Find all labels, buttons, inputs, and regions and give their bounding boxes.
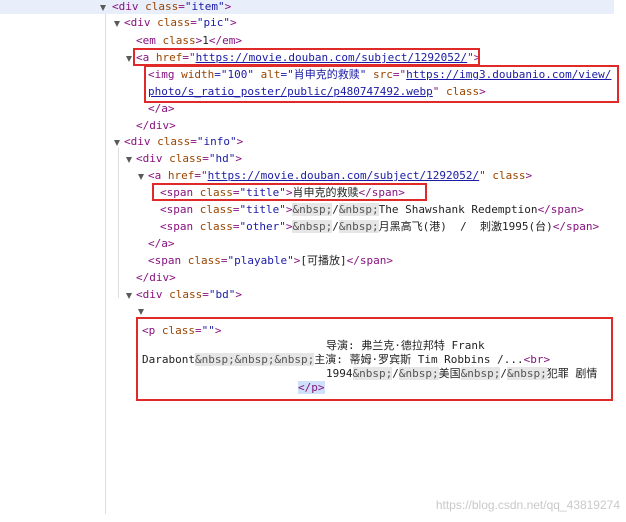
node-div-info[interactable]: <div class="info"> bbox=[124, 133, 243, 150]
expand-triangle-icon[interactable] bbox=[114, 21, 120, 27]
expand-triangle-icon[interactable] bbox=[126, 157, 132, 163]
node-img[interactable]: <img width="100" alt="肖申克的救赎" src="https… bbox=[148, 66, 611, 83]
node-div-item[interactable]: <div class="item"> bbox=[112, 0, 231, 15]
indent-guide bbox=[118, 148, 119, 298]
node-a-end: </a> bbox=[148, 102, 175, 115]
expand-triangle-icon[interactable] bbox=[100, 5, 106, 11]
node-span-playable[interactable]: <span class="playable">[可播放]</span> bbox=[148, 252, 393, 269]
node-div-end: </div> bbox=[136, 119, 176, 132]
node-span-title[interactable]: <span class="title">肖申克的救赎</span> bbox=[160, 184, 405, 201]
node-div-bd[interactable]: <div class="bd"> bbox=[136, 286, 242, 303]
node-span-other[interactable]: <span class="other">&nbsp;/&nbsp;月黑高飞(港)… bbox=[160, 218, 599, 235]
expand-triangle-icon[interactable] bbox=[138, 309, 144, 315]
watermark: https://blog.csdn.net/qq_43819274 bbox=[435, 498, 620, 512]
node-img-cont[interactable]: photo/s_ratio_poster/public/p480747492.w… bbox=[148, 83, 486, 100]
node-a-hd-link[interactable]: <a href="https://movie.douban.com/subjec… bbox=[148, 167, 532, 184]
node-a-pic-link[interactable]: <a href="https://movie.douban.com/subjec… bbox=[136, 49, 480, 66]
node-p-end: </p> bbox=[298, 381, 325, 394]
node-span-title-en[interactable]: <span class="title">&nbsp;/&nbsp;The Sha… bbox=[160, 201, 584, 218]
node-p[interactable]: <p class=""> bbox=[142, 322, 222, 339]
indent-guide bbox=[105, 14, 106, 514]
expand-triangle-icon[interactable] bbox=[114, 140, 120, 146]
expand-triangle-icon[interactable] bbox=[126, 56, 132, 62]
img-src-url-cont[interactable]: photo/s_ratio_poster/public/p480747492.w… bbox=[148, 85, 433, 98]
hd-link-url[interactable]: https://movie.douban.com/subject/1292052… bbox=[208, 169, 480, 182]
expand-triangle-icon[interactable] bbox=[138, 174, 144, 180]
pic-link-url[interactable]: https://movie.douban.com/subject/1292052… bbox=[196, 51, 468, 64]
selected-row bbox=[0, 0, 614, 14]
p-text-meta: 1994&nbsp;/&nbsp;美国&nbsp;/&nbsp;犯罪 剧情 bbox=[326, 367, 598, 380]
node-a-close: </a> bbox=[148, 237, 175, 250]
expand-triangle-icon[interactable] bbox=[126, 293, 132, 299]
node-div-hd[interactable]: <div class="hd"> bbox=[136, 150, 242, 167]
img-src-url[interactable]: https://img3.doubanio.com/view/ bbox=[406, 68, 611, 81]
node-div-close: </div> bbox=[136, 271, 176, 284]
node-div-pic[interactable]: <div class="pic"> bbox=[124, 14, 237, 31]
node-em[interactable]: <em class>1</em> bbox=[136, 32, 242, 49]
